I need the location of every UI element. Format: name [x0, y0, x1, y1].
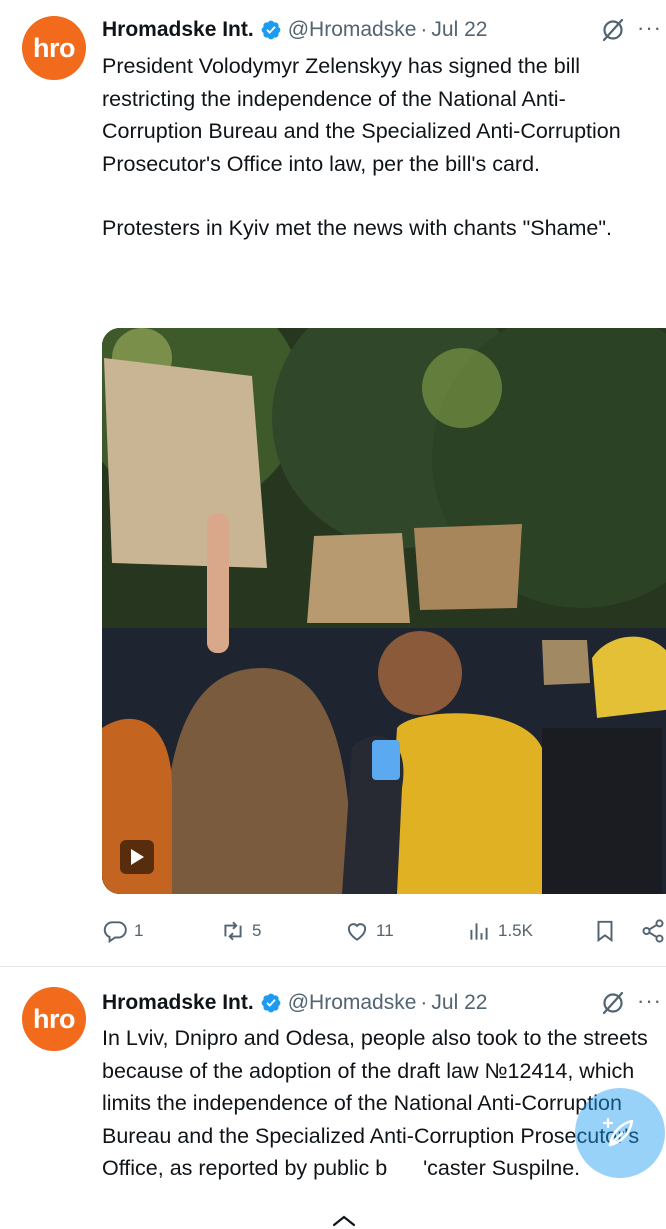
display-name[interactable]: Hromadske Int.: [102, 991, 254, 1015]
avatar[interactable]: hro: [22, 16, 86, 80]
tweet-text: President Volodymyr Zelenskyy has signed…: [102, 50, 662, 245]
views-button[interactable]: 1.5K: [466, 918, 533, 944]
action-bar: 1 5 11 1.5K: [102, 912, 666, 952]
tweet-header: Hromadske Int. @Hromadske · Jul 22 ···: [102, 13, 666, 47]
tweet[interactable]: hro Hromadske Int. @Hromadske · Jul 22 ·…: [0, 0, 666, 966]
view-count: 1.5K: [498, 921, 533, 940]
timestamp[interactable]: Jul 22: [431, 18, 487, 42]
timestamp[interactable]: Jul 22: [431, 991, 487, 1015]
reply-icon: [103, 921, 127, 944]
avatar[interactable]: hro: [22, 987, 86, 1051]
compose-post-icon: [602, 1117, 634, 1147]
tweet[interactable]: hro Hromadske Int. @Hromadske · Jul 22 ·…: [0, 966, 666, 1229]
grok-icon[interactable]: [600, 17, 626, 43]
video-thumbnail: [102, 328, 666, 894]
repost-button[interactable]: 5: [220, 918, 261, 944]
bookmark-icon: [597, 920, 613, 943]
bookmark-button[interactable]: [592, 918, 618, 944]
play-icon: [131, 849, 144, 865]
separator: ·: [420, 991, 428, 1014]
separator: ·: [420, 18, 428, 41]
compose-post-button[interactable]: [575, 1088, 665, 1178]
tweet-paragraph: In Lviv, Dnipro and Odesa, people also t…: [102, 1026, 648, 1180]
display-name[interactable]: Hromadske Int.: [102, 18, 254, 42]
tweet-paragraph: President Volodymyr Zelenskyy has signed…: [102, 54, 621, 176]
verified-badge-icon: [261, 993, 281, 1013]
more-icon[interactable]: ···: [637, 988, 662, 1014]
handle[interactable]: @Hromadske: [288, 991, 417, 1015]
reply-button[interactable]: 1: [102, 918, 143, 944]
like-count: 11: [376, 921, 394, 940]
tweet-text: In Lviv, Dnipro and Odesa, people also t…: [102, 1022, 662, 1185]
tweet-paragraph: Protesters in Kyiv met the news with cha…: [102, 216, 612, 240]
reply-count: 1: [134, 921, 144, 940]
like-button[interactable]: 11: [344, 918, 394, 944]
tweet-video[interactable]: [102, 328, 666, 894]
chevron-up-icon[interactable]: [331, 1214, 357, 1228]
grok-icon[interactable]: [600, 990, 626, 1016]
handle[interactable]: @Hromadske: [288, 18, 417, 42]
more-icon[interactable]: ···: [637, 15, 662, 41]
verified-badge-icon: [261, 20, 281, 40]
repost-icon: [224, 921, 242, 941]
repost-count: 5: [252, 921, 262, 940]
tweet-header: Hromadske Int. @Hromadske · Jul 22 ···: [102, 986, 666, 1020]
play-button[interactable]: [120, 840, 154, 874]
share-button[interactable]: [640, 918, 666, 944]
share-icon: [642, 919, 664, 943]
like-icon: [347, 923, 367, 941]
views-icon: [470, 923, 488, 940]
